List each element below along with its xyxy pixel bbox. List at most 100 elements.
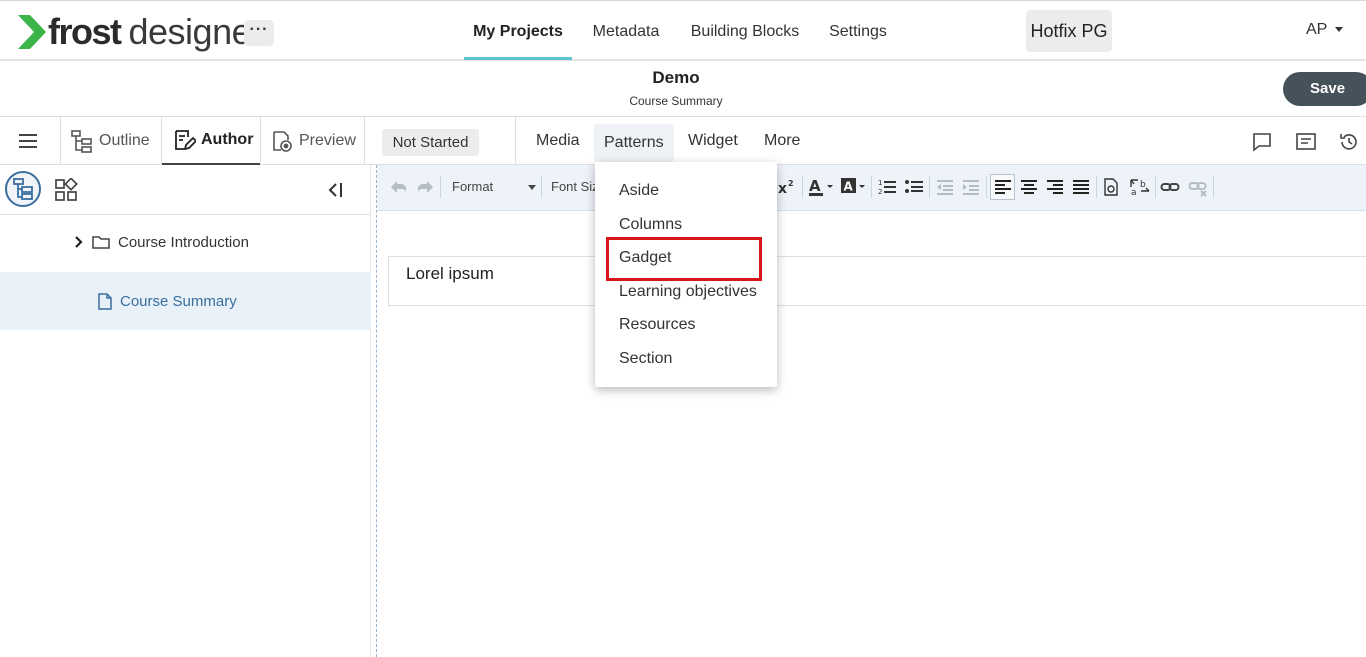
menu-widget[interactable]: Widget <box>688 117 738 165</box>
link-icon[interactable] <box>1160 177 1180 197</box>
tab-preview[interactable]: Preview <box>270 117 356 165</box>
editor-area: Format Font Size x2 A A 12 ba Lorel ipsu… <box>376 165 1366 657</box>
nav-my-projects[interactable]: My Projects <box>464 1 572 60</box>
logo-chevron-icon <box>18 15 46 49</box>
pattern-item-learning-objectives[interactable]: Learning objectives <box>619 283 757 301</box>
find-replace-icon[interactable]: ba <box>1129 177 1151 197</box>
top-navigation: frost designer ··· My Projects Metadata … <box>0 0 1366 61</box>
background-color-icon[interactable]: A <box>840 177 866 197</box>
folder-icon <box>92 236 110 249</box>
toolbar-divider <box>440 176 441 198</box>
redo-icon[interactable] <box>415 177 435 197</box>
svg-text:2: 2 <box>788 179 794 188</box>
menu-patterns[interactable]: Patterns <box>594 124 674 162</box>
toolbar-divider <box>1155 176 1156 198</box>
edit-document-icon <box>175 130 196 151</box>
toolbar-divider <box>1096 176 1097 198</box>
tree-item-course-introduction[interactable]: Course Introduction <box>0 213 371 271</box>
pattern-item-columns[interactable]: Columns <box>619 216 682 234</box>
comment-icon[interactable] <box>1251 131 1273 153</box>
divider <box>515 117 516 165</box>
outline-panel: Course Introduction Course Summary <box>0 165 371 657</box>
tab-author[interactable]: Author <box>162 117 260 165</box>
pattern-item-aside[interactable]: Aside <box>619 182 659 200</box>
tree-view-icon <box>13 178 33 200</box>
toolbar-divider <box>541 176 542 198</box>
save-button[interactable]: Save <box>1283 72 1366 106</box>
preview-icon <box>273 131 292 152</box>
unlink-icon[interactable] <box>1188 177 1208 197</box>
tree-item-label: Course Introduction <box>118 233 249 251</box>
app-more-button[interactable]: ··· <box>244 20 274 46</box>
tree-item-label: Course Summary <box>120 292 237 310</box>
format-label: Format <box>452 179 494 194</box>
pattern-item-resources[interactable]: Resources <box>619 316 695 334</box>
content-block[interactable]: Lorel ipsum <box>388 256 1366 306</box>
superscript-icon[interactable]: x2 <box>777 177 797 197</box>
format-dropdown[interactable]: Format <box>452 175 536 199</box>
menu-more[interactable]: More <box>764 117 800 165</box>
history-icon[interactable] <box>1338 131 1360 153</box>
logo-text-bold: frost <box>48 11 122 52</box>
outline-panel-header <box>0 165 371 215</box>
numbered-list-icon[interactable]: 12 <box>877 177 897 197</box>
nav-settings[interactable]: Settings <box>827 1 889 60</box>
align-center-icon[interactable] <box>1019 177 1039 197</box>
chevron-right-icon[interactable] <box>74 235 84 249</box>
blocks-view-icon[interactable] <box>54 178 78 202</box>
user-initials: AP <box>1306 21 1328 38</box>
highlight-box <box>606 237 762 281</box>
chevron-down-icon <box>1335 27 1344 33</box>
align-justify-icon[interactable] <box>1071 177 1091 197</box>
patterns-dropdown-menu: Aside Columns Gadget Learning objectives… <box>595 162 777 387</box>
toolbar-divider <box>802 176 803 198</box>
undo-icon[interactable] <box>389 177 409 197</box>
project-selector[interactable]: Hotfix PG <box>1026 10 1112 52</box>
svg-text:b: b <box>1140 180 1146 190</box>
indent-icon[interactable] <box>961 177 981 197</box>
nav-building-blocks[interactable]: Building Blocks <box>690 1 800 60</box>
svg-text:a: a <box>1131 188 1137 197</box>
nav-metadata[interactable]: Metadata <box>590 1 662 60</box>
svg-text:x: x <box>778 181 787 197</box>
tab-outline[interactable]: Outline <box>70 117 150 165</box>
notes-panel-icon[interactable] <box>1295 131 1317 153</box>
tree-item-course-summary[interactable]: Course Summary <box>0 272 371 330</box>
align-left-button[interactable] <box>990 174 1015 200</box>
content-text[interactable]: Lorel ipsum <box>406 264 494 284</box>
outline-tree-icon <box>71 130 92 153</box>
toolbar-divider <box>1213 176 1214 198</box>
bulleted-list-icon[interactable] <box>904 177 924 197</box>
align-right-icon[interactable] <box>1045 177 1065 197</box>
rich-text-toolbar: Format Font Size x2 A A 12 ba <box>377 165 1366 211</box>
pattern-item-section[interactable]: Section <box>619 350 672 368</box>
divider <box>60 117 61 165</box>
status-badge[interactable]: Not Started <box>382 129 479 156</box>
insert-template-icon[interactable] <box>1101 177 1121 197</box>
tab-preview-label: Preview <box>299 132 356 149</box>
tab-outline-label: Outline <box>99 132 150 149</box>
mode-toolbar: Outline Author Preview Not Started Media… <box>0 117 1366 165</box>
page-title: Demo <box>652 68 700 87</box>
tab-author-label: Author <box>201 131 254 148</box>
outdent-icon[interactable] <box>935 177 955 197</box>
tree-view-button[interactable] <box>5 171 41 207</box>
divider <box>260 117 261 165</box>
svg-text:A: A <box>844 180 854 194</box>
collapse-panel-icon[interactable] <box>326 181 344 199</box>
user-menu[interactable]: AP <box>1306 21 1344 39</box>
svg-text:1: 1 <box>878 179 882 187</box>
toolbar-divider <box>871 176 872 198</box>
app-logo[interactable]: frost designer <box>18 12 263 52</box>
page-subtitle: Course Summary <box>629 94 723 108</box>
chevron-down-icon <box>528 185 536 190</box>
menu-media[interactable]: Media <box>536 117 580 165</box>
hamburger-icon <box>19 134 37 148</box>
toolbar-divider <box>929 176 930 198</box>
text-color-icon[interactable]: A <box>808 177 834 197</box>
svg-text:A: A <box>809 177 821 195</box>
font-size-dropdown[interactable]: Font Size <box>551 175 601 199</box>
align-left-icon <box>995 180 1011 194</box>
hamburger-menu-button[interactable] <box>18 117 43 165</box>
svg-text:2: 2 <box>878 188 882 196</box>
